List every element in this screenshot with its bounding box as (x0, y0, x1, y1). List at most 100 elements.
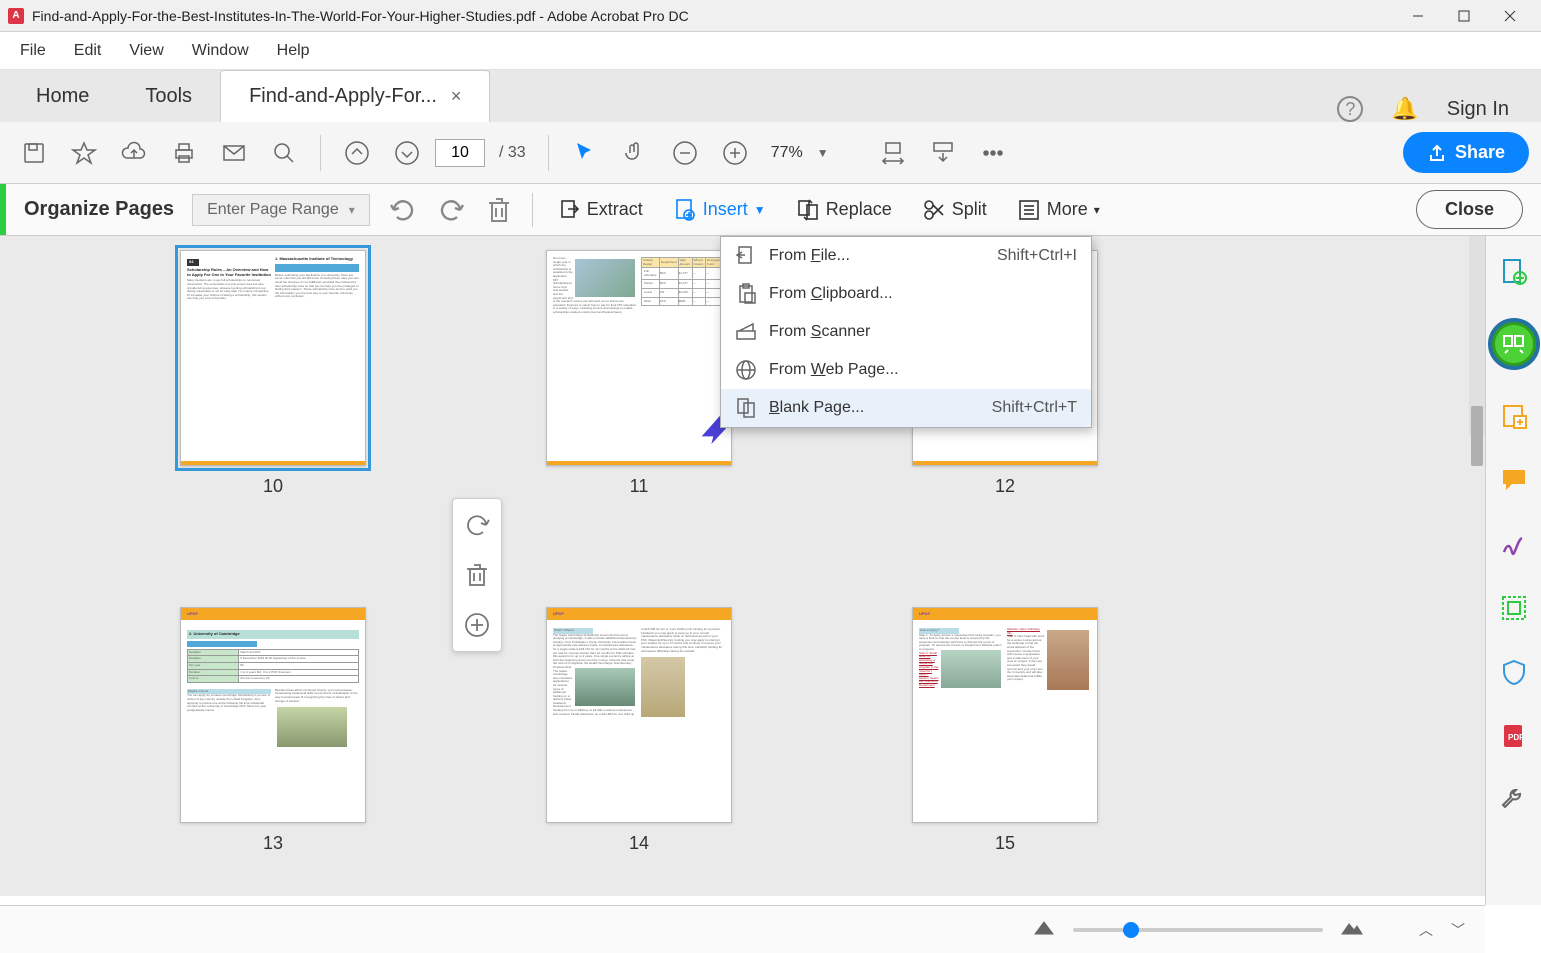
replace-icon (796, 198, 820, 222)
tab-home[interactable]: Home (8, 71, 117, 122)
toolbar-separator (548, 135, 549, 171)
insert-from-file[interactable]: From File... Shift+Ctrl+I (721, 237, 1091, 275)
more-button[interactable]: More ▾ (1011, 194, 1106, 226)
vertical-scrollbar[interactable] (1469, 236, 1485, 436)
small-thumbs-icon[interactable] (1033, 916, 1055, 943)
protect-icon[interactable] (1496, 654, 1532, 690)
save-icon[interactable] (12, 131, 56, 175)
zoom-dropdown-icon[interactable]: ▼ (817, 146, 829, 160)
notifications-icon[interactable]: 🔔 (1391, 96, 1418, 122)
organize-accent (0, 184, 6, 235)
large-thumbs-icon[interactable] (1341, 916, 1363, 943)
page-thumb-15[interactable]: UPDF How to Apply? Step 1: To apply acce… (912, 607, 1098, 854)
sign-in-link[interactable]: Sign In (1447, 98, 1509, 121)
extract-icon (557, 198, 581, 222)
add-page-icon[interactable] (459, 607, 495, 643)
comment-icon[interactable] (1496, 462, 1532, 498)
page-thumb-13[interactable]: UPDF 2. University of Cambridge Deadline… (180, 607, 366, 854)
page-range-dropdown[interactable]: Enter Page Range (192, 194, 370, 226)
zoom-out-icon[interactable] (663, 131, 707, 175)
fit-width-icon[interactable] (871, 131, 915, 175)
page-thumb-11[interactable]: Not every single year in which the schol… (546, 250, 732, 497)
delete-page-icon[interactable] (459, 557, 495, 593)
close-window-button[interactable] (1487, 0, 1533, 32)
insert-dropdown-menu: From File... Shift+Ctrl+I From Clipboard… (720, 236, 1092, 428)
insert-from-web[interactable]: From Web Page... (721, 351, 1091, 389)
page-thumb-14[interactable]: UPDF What's Offered The Gates Cambridge … (546, 607, 732, 854)
window-title: Find-and-Apply-For-the-Best-Institutes-I… (32, 8, 1395, 24)
hand-tool-icon[interactable] (613, 131, 657, 175)
split-button[interactable]: Split (916, 194, 993, 226)
rotate-page-icon[interactable] (459, 507, 495, 543)
menu-help[interactable]: Help (265, 36, 322, 66)
menu-view[interactable]: View (117, 36, 175, 66)
tab-document-label: Find-and-Apply-For... (249, 85, 437, 108)
window-titlebar: A Find-and-Apply-For-the-Best-Institutes… (0, 0, 1541, 32)
chevron-down-icon: ▼ (754, 203, 766, 217)
extract-button[interactable]: Extract (551, 194, 649, 226)
zoom-in-icon[interactable] (713, 131, 757, 175)
blank-page-icon (735, 397, 757, 419)
org-separator (532, 193, 533, 227)
svg-text:PDF: PDF (1508, 733, 1524, 742)
minimize-button[interactable] (1395, 0, 1441, 32)
clipboard-icon (735, 283, 757, 305)
tab-close-icon[interactable]: × (451, 86, 462, 107)
insert-from-scanner[interactable]: From Scanner (721, 313, 1091, 351)
adobe-pdf-icon[interactable]: PDF (1496, 718, 1532, 754)
scroll-mode-icon[interactable] (921, 131, 965, 175)
help-icon[interactable]: ? (1337, 96, 1363, 122)
page-total-label: / 33 (499, 144, 526, 162)
create-pdf-icon[interactable] (1496, 254, 1532, 290)
page-hover-tools (452, 498, 502, 652)
collapse-up-icon[interactable]: ︿ (1419, 920, 1433, 940)
scanner-icon (735, 321, 757, 343)
menubar: File Edit View Window Help (0, 32, 1541, 70)
tab-tools[interactable]: Tools (117, 71, 220, 122)
close-organize-button[interactable]: Close (1416, 190, 1523, 229)
zoom-level-label: 77% (763, 144, 811, 162)
scan-ocr-icon[interactable] (1496, 590, 1532, 626)
tools-wrench-icon[interactable] (1496, 782, 1532, 818)
toolbar-separator (320, 135, 321, 171)
app-icon: A (8, 8, 24, 24)
page-down-icon[interactable] (385, 131, 429, 175)
rotate-right-icon[interactable] (436, 195, 466, 225)
select-tool-icon[interactable] (563, 131, 607, 175)
insert-blank-page[interactable]: Blank Page... Shift+Ctrl+T (721, 389, 1091, 427)
search-icon[interactable] (262, 131, 306, 175)
cloud-upload-icon[interactable] (112, 131, 156, 175)
insert-button[interactable]: Insert ▼ (667, 194, 772, 226)
thumbnail-size-slider[interactable] (1073, 928, 1323, 932)
main-toolbar: / 33 77% ▼ Share (0, 122, 1541, 184)
rotate-left-icon[interactable] (388, 195, 418, 225)
page-thumb-10[interactable]: 04 Scholarship Rules – An Overview and H… (180, 250, 366, 497)
menu-file[interactable]: File (8, 36, 58, 66)
organize-title: Organize Pages (24, 198, 174, 221)
tabbar: Home Tools Find-and-Apply-For... × ? 🔔 S… (0, 70, 1541, 122)
menu-window[interactable]: Window (180, 36, 261, 66)
insert-from-clipboard[interactable]: From Clipboard... (721, 275, 1091, 313)
share-button-label: Share (1455, 142, 1505, 163)
thumbnail-size-footer: ︿ ﹀ (0, 905, 1485, 953)
share-button[interactable]: Share (1403, 132, 1529, 173)
export-pdf-icon[interactable] (1496, 398, 1532, 434)
file-in-icon (735, 245, 757, 267)
expand-down-icon[interactable]: ﹀ (1451, 920, 1465, 940)
page-up-icon[interactable] (335, 131, 379, 175)
mail-icon[interactable] (212, 131, 256, 175)
replace-button[interactable]: Replace (790, 194, 898, 226)
maximize-button[interactable] (1441, 0, 1487, 32)
right-tools-rail: PDF (1485, 236, 1541, 905)
menu-edit[interactable]: Edit (62, 36, 114, 66)
print-icon[interactable] (162, 131, 206, 175)
tab-document[interactable]: Find-and-Apply-For... × (220, 70, 490, 122)
globe-icon (735, 359, 757, 381)
delete-page-icon[interactable] (484, 195, 514, 225)
page-number-input[interactable] (435, 139, 485, 167)
star-icon[interactable] (62, 131, 106, 175)
organize-pages-tool-icon[interactable] (1488, 318, 1540, 370)
more-tools-icon[interactable] (971, 131, 1015, 175)
split-icon (922, 198, 946, 222)
sign-icon[interactable] (1496, 526, 1532, 562)
